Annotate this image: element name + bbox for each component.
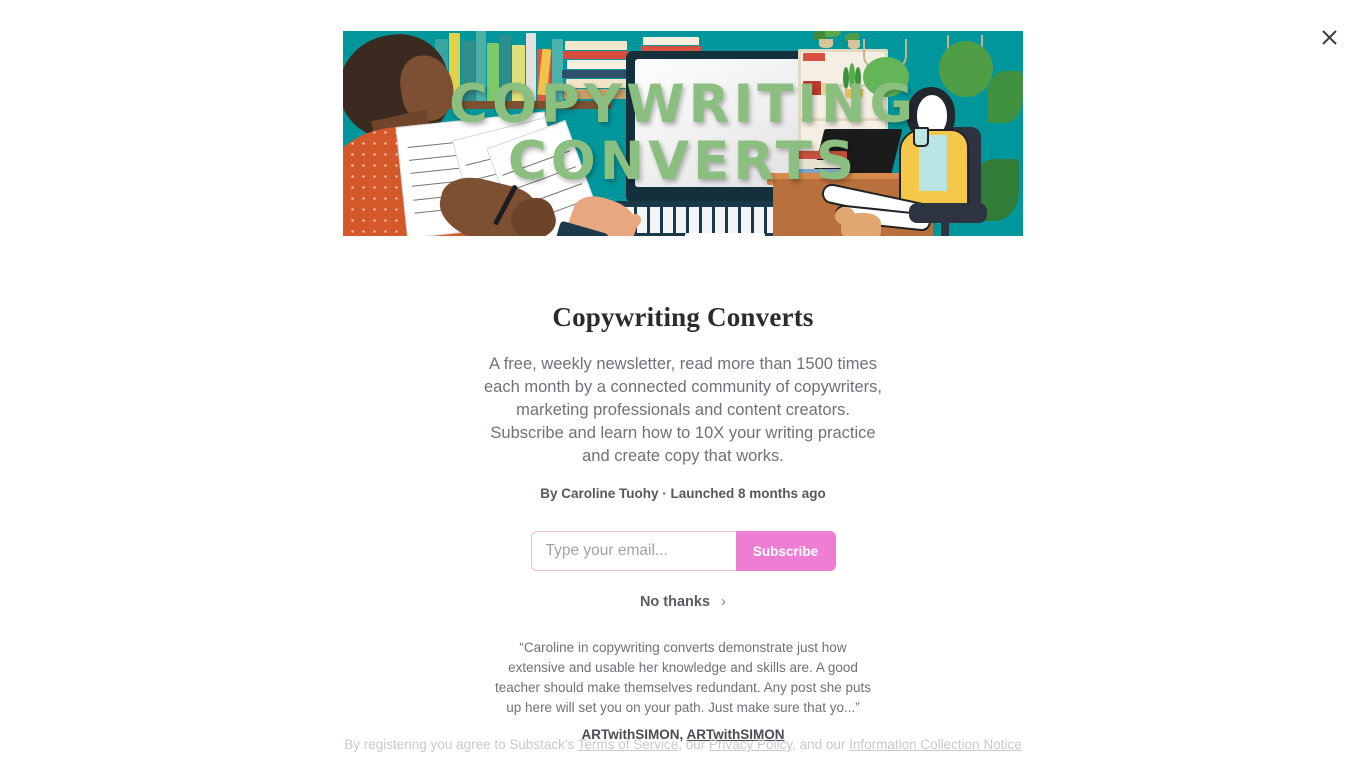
no-thanks-label: No thanks xyxy=(639,593,711,610)
close-icon[interactable] xyxy=(1316,24,1342,50)
book xyxy=(567,60,627,69)
email-input[interactable] xyxy=(530,531,736,571)
book xyxy=(643,37,699,45)
legal-prefix: By registering you agree to Substack's xyxy=(344,737,578,752)
privacy-policy-link[interactable]: Privacy Policy xyxy=(709,737,792,752)
coffee-cup xyxy=(913,127,929,147)
legal-mid-1: , our xyxy=(678,737,710,752)
cat-head xyxy=(835,207,855,225)
chair-post xyxy=(941,221,949,236)
book xyxy=(563,51,629,59)
book xyxy=(803,53,825,61)
terms-of-service-link[interactable]: Terms of Service xyxy=(578,737,679,752)
close-icon-glyph xyxy=(1321,29,1337,45)
testimonial-quote: “Caroline in copywriting converts demons… xyxy=(495,640,871,715)
book xyxy=(793,160,849,168)
book xyxy=(512,45,525,101)
book xyxy=(500,35,511,101)
cover-artwork xyxy=(343,31,1023,236)
subscribe-form: Subscribe xyxy=(530,531,836,571)
shelf-board xyxy=(431,101,611,109)
publication-cover-image: COPYWRITING CONVERTS xyxy=(343,31,1023,236)
legal-disclaimer: By registering you agree to Substack's T… xyxy=(0,737,1366,752)
publication-title: Copywriting Converts xyxy=(552,302,814,332)
chevron-right-icon: › xyxy=(721,593,727,610)
legal-mid-2: , and our xyxy=(792,737,850,752)
book xyxy=(487,43,499,101)
modal-content: Copywriting Converts A free, weekly news… xyxy=(0,236,1366,742)
chair-seat xyxy=(909,203,987,223)
book xyxy=(822,83,828,95)
subscribe-button[interactable]: Subscribe xyxy=(735,531,836,571)
book xyxy=(476,31,486,101)
book xyxy=(526,33,536,101)
book xyxy=(564,89,630,99)
publication-description: A free, weekly newsletter, read more tha… xyxy=(483,355,883,465)
subscribe-modal: COPYWRITING CONVERTS Copywriting Convert… xyxy=(0,0,1366,768)
book xyxy=(562,70,630,78)
book xyxy=(795,151,847,159)
publication-byline: By Caroline Tuohy · Launched 8 months ag… xyxy=(540,486,826,501)
book xyxy=(461,41,475,101)
information-collection-notice-link[interactable]: Information Collection Notice xyxy=(849,737,1022,752)
book xyxy=(566,79,628,88)
book xyxy=(565,41,627,50)
no-thanks-button[interactable]: No thanks › xyxy=(640,593,726,610)
book xyxy=(803,81,821,95)
